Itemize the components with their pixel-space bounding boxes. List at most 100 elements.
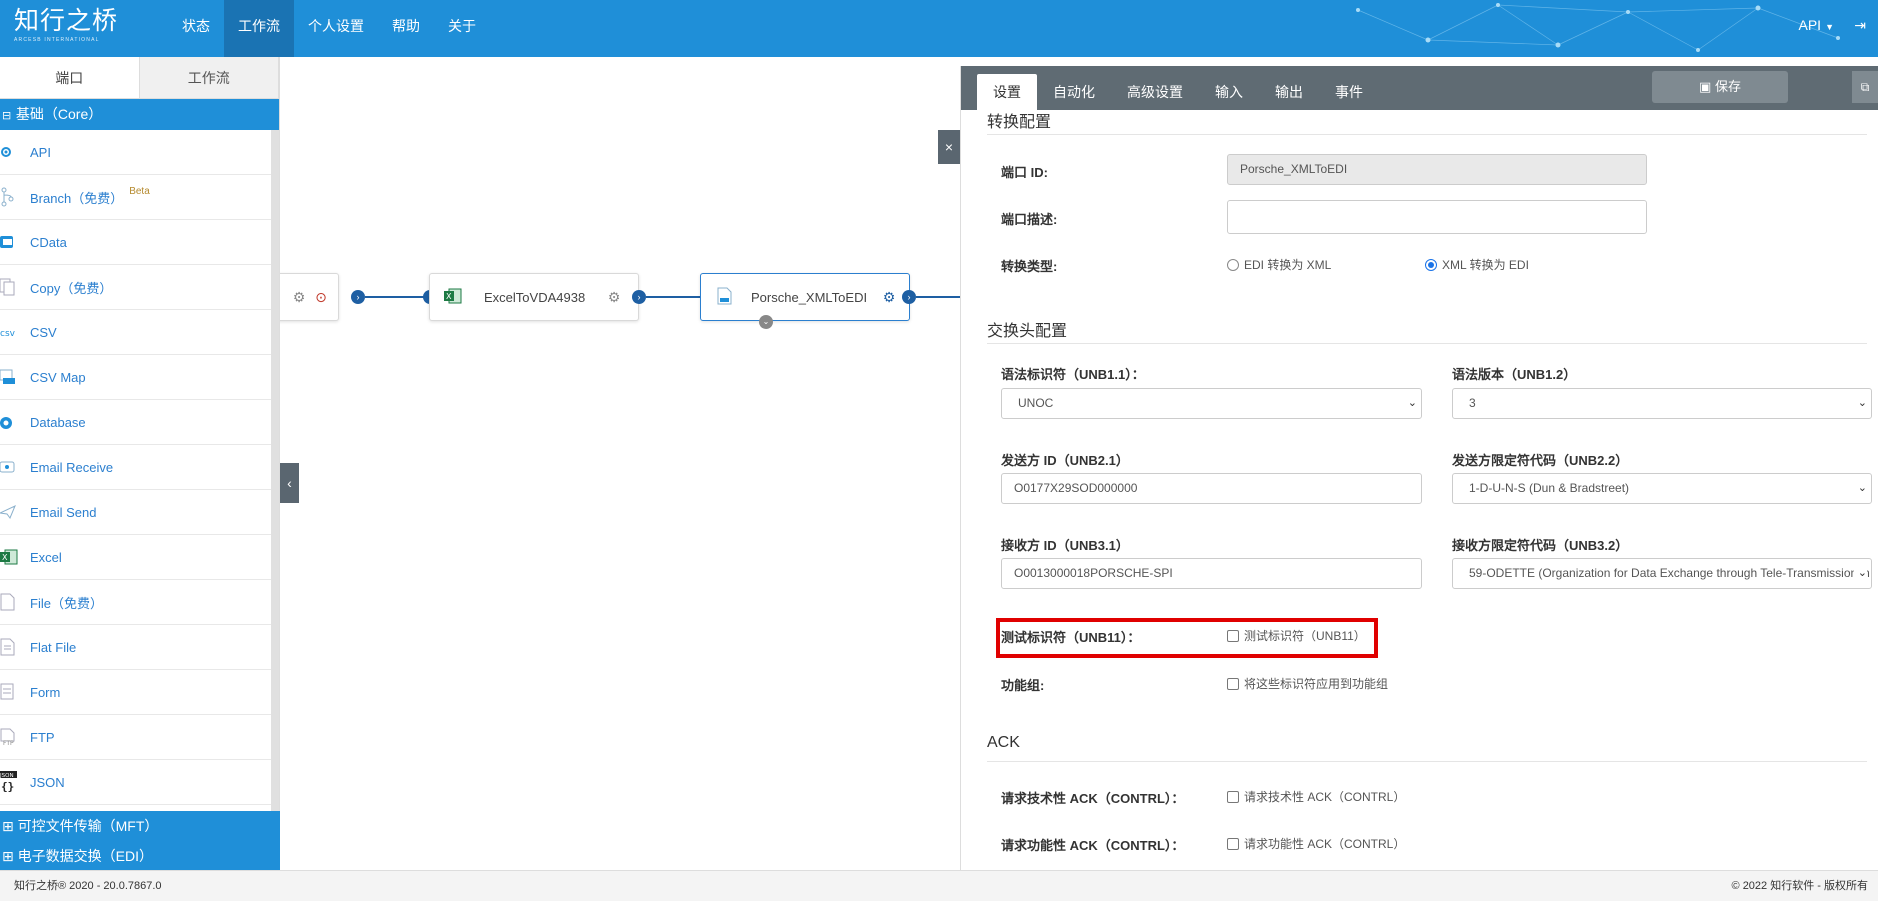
- email-send-icon: [0, 490, 30, 535]
- select-value: UNOC: [1018, 396, 1054, 410]
- group-core-header[interactable]: ⊟ 基础（Core）: [0, 99, 279, 130]
- ack-func-checkbox[interactable]: 请求功能性 ACK（CONTRL）: [1227, 835, 1405, 852]
- connector-ftp[interactable]: FTP FTP: [0, 715, 271, 760]
- convert-type-label: 转换类型:: [1001, 259, 1058, 274]
- nav-about[interactable]: 关于: [434, 0, 490, 57]
- recv-id-field[interactable]: O0013000018PORSCHE-SPI: [1001, 558, 1422, 589]
- gear-icon[interactable]: ⚙: [291, 289, 307, 305]
- gear-icon[interactable]: ⚙: [881, 289, 897, 305]
- test-flag-checkbox[interactable]: 测试标识符（UNB11）: [1227, 627, 1366, 644]
- syntax-ver-select[interactable]: 3 ⌄: [1452, 388, 1872, 419]
- radio-edi-to-xml[interactable]: EDI 转换为 XML: [1227, 256, 1331, 273]
- workflow-node-porsche-xmltoedi[interactable]: Porsche_XMLToEDI ⚙: [700, 273, 910, 321]
- tab-settings[interactable]: 设置: [977, 74, 1037, 110]
- connector-label: CSV: [30, 324, 57, 340]
- sender-id-label: 发送方 ID（UNB2.1）: [1001, 453, 1129, 468]
- checkbox-label: 将这些标识符应用到功能组: [1244, 677, 1389, 691]
- ack-tech-label: 请求技术性 ACK（CONTRL）：: [1001, 791, 1185, 806]
- workflow-node-1[interactable]: ⚙ ⊙: [280, 273, 339, 321]
- connector-cdata[interactable]: CData: [0, 220, 271, 265]
- port-id-field[interactable]: Porsche_XMLToEDI: [1227, 154, 1647, 185]
- workflow-canvas[interactable]: ⚙ ⊙ › › X ExcelToVDA4938 ⚙ › › Porsche_X…: [280, 57, 960, 870]
- select-value: 1-D-U-N-S (Dun & Bradstreet): [1469, 481, 1630, 495]
- group-edi-header[interactable]: ⊞ 电子数据交换（EDI）: [0, 842, 280, 870]
- tab-automation[interactable]: 自动化: [1037, 74, 1111, 110]
- tab-workflows[interactable]: 工作流: [139, 57, 279, 98]
- connector-excel[interactable]: X Excel: [0, 535, 271, 580]
- logo-subtext: ARCESB INTERNATIONAL: [14, 37, 100, 43]
- close-panel-button[interactable]: ×: [938, 130, 960, 164]
- form-icon: [0, 670, 30, 715]
- connection-line: [646, 296, 702, 298]
- ack-tech-checkbox[interactable]: 请求技术性 ACK（CONTRL）: [1227, 788, 1405, 805]
- connector-database[interactable]: Database: [0, 400, 271, 445]
- collapse-left-panel-button[interactable]: ‹: [280, 463, 299, 503]
- connector-form[interactable]: Form: [0, 670, 271, 715]
- file-icon: [0, 580, 30, 625]
- svg-text:X: X: [446, 292, 452, 301]
- connector-flat-file[interactable]: Flat File: [0, 625, 271, 670]
- email-receive-icon: [0, 445, 30, 490]
- connector-branch[interactable]: Branch（免费） Beta: [0, 175, 271, 220]
- logout-icon[interactable]: ⇥: [1854, 17, 1866, 34]
- port-id-label: 端口 ID:: [1001, 165, 1048, 180]
- nav-workflow[interactable]: 工作流: [224, 0, 294, 57]
- save-button[interactable]: ▣ 保存: [1652, 71, 1788, 103]
- connector-api[interactable]: API: [0, 130, 271, 175]
- syntax-id-select[interactable]: UNOC ⌄: [1001, 388, 1422, 419]
- tab-input[interactable]: 输入: [1199, 74, 1259, 110]
- radio-dot: [1227, 258, 1239, 271]
- output-port[interactable]: ›: [632, 290, 646, 304]
- port-settings-panel: 设置 自动化 高级设置 输入 输出 事件 ▣ 保存 ⧉ 转换配置 端口 ID: …: [960, 66, 1878, 870]
- select-value: 59-ODETTE (Organization for Data Exchang…: [1469, 566, 1872, 580]
- nav-status[interactable]: 状态: [168, 0, 224, 57]
- nav-personal-settings[interactable]: 个人设置: [294, 0, 378, 57]
- connector-email-receive[interactable]: Email Receive: [0, 445, 271, 490]
- chevron-down-icon: ⌄: [1853, 389, 1867, 418]
- output-port[interactable]: ›: [351, 290, 365, 304]
- scrollbar-thumb[interactable]: [271, 130, 279, 432]
- brand-logo[interactable]: 知行之桥 ARCESB INTERNATIONAL: [14, 6, 118, 43]
- workflow-node-exceltovda4938[interactable]: X ExcelToVDA4938 ⚙: [429, 273, 639, 321]
- recv-qual-select[interactable]: 59-ODETTE (Organization for Data Exchang…: [1452, 558, 1872, 589]
- external-link-icon[interactable]: ⧉: [1852, 71, 1878, 103]
- checkbox-label: 请求功能性 ACK（CONTRL）: [1244, 837, 1406, 851]
- connector-label: Excel: [30, 549, 62, 565]
- connector-csv[interactable]: csv CSV: [0, 310, 271, 355]
- connector-file[interactable]: File（免费）: [0, 580, 271, 625]
- connector-label: Branch（免费）: [30, 190, 124, 206]
- chevron-down-icon: ⌄: [1853, 559, 1867, 588]
- group-mft-header[interactable]: ⊞ 可控文件传输（MFT）: [0, 811, 280, 842]
- output-port[interactable]: ›: [902, 290, 916, 304]
- logo-text: 知行之桥: [14, 6, 119, 35]
- connector-label: Database: [30, 414, 86, 430]
- edi-doc-icon: [717, 287, 733, 308]
- func-group-checkbox[interactable]: 将这些标识符应用到功能组: [1227, 675, 1388, 692]
- gear-icon[interactable]: ⚙: [606, 289, 622, 305]
- checkbox-label: 请求技术性 ACK（CONTRL）: [1244, 790, 1406, 804]
- chevron-down-icon[interactable]: ⌄: [759, 315, 773, 329]
- user-menu[interactable]: API ▼: [1799, 17, 1835, 33]
- tab-events[interactable]: 事件: [1319, 74, 1379, 110]
- syntax-ver-label: 语法版本（UNB1.2）: [1452, 367, 1577, 382]
- tab-ports[interactable]: 端口: [0, 57, 140, 98]
- connector-json[interactable]: JSON{} JSON: [0, 760, 271, 805]
- connection-line: [916, 296, 960, 298]
- connector-email-send[interactable]: Email Send: [0, 490, 271, 535]
- branch-icon: [0, 175, 30, 220]
- checkbox-box: [1227, 790, 1239, 803]
- connector-csv-map[interactable]: CSV Map: [0, 355, 271, 400]
- connector-copy[interactable]: Copy（免费）: [0, 265, 271, 310]
- nav-help[interactable]: 帮助: [378, 0, 434, 57]
- port-desc-field[interactable]: [1227, 200, 1647, 234]
- checkbox-box: [1227, 677, 1239, 690]
- tab-advanced[interactable]: 高级设置: [1111, 74, 1199, 110]
- expand-icon: ⊞: [2, 818, 14, 834]
- radio-xml-to-edi[interactable]: XML 转换为 EDI: [1425, 256, 1529, 273]
- node-label: Porsche_XMLToEDI: [751, 289, 868, 305]
- sender-id-field[interactable]: O0177X29SOD000000: [1001, 473, 1422, 504]
- save-label: 保存: [1714, 79, 1741, 94]
- sender-qual-select[interactable]: 1-D-U-N-S (Dun & Bradstreet) ⌄: [1452, 473, 1872, 504]
- tab-output[interactable]: 输出: [1259, 74, 1319, 110]
- connector-label: JSON: [30, 774, 65, 790]
